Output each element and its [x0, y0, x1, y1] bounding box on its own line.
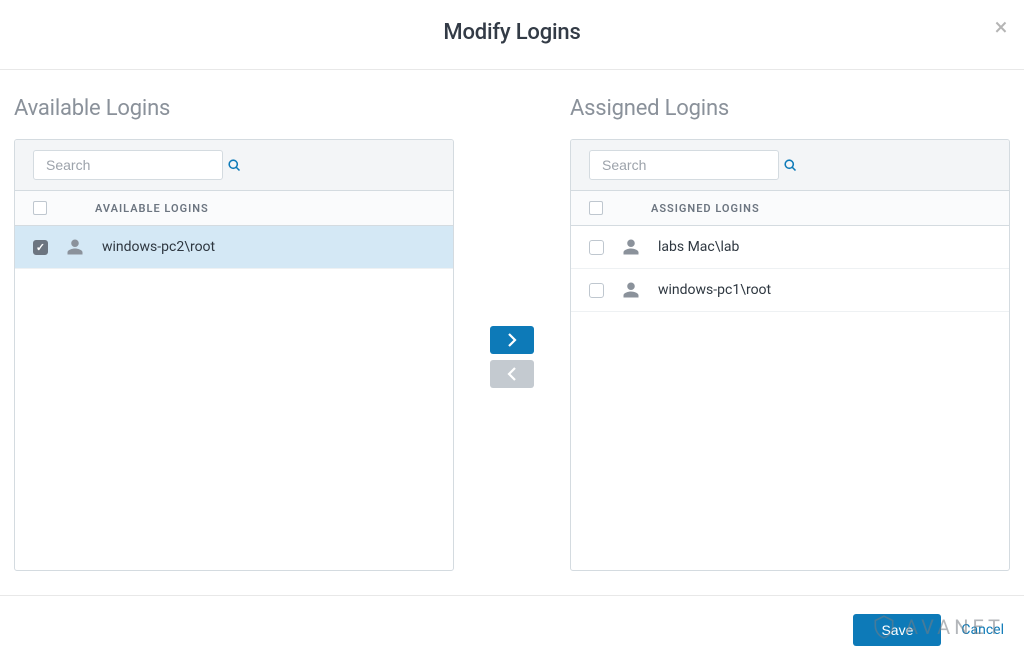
row-checkbox[interactable] [33, 240, 48, 255]
row-checkbox[interactable] [589, 240, 604, 255]
available-panel: Available Logins AVAILABLE LOGINS [14, 96, 454, 571]
transfer-buttons [454, 326, 570, 388]
available-search-box [33, 150, 223, 180]
assigned-select-all-checkbox[interactable] [589, 201, 603, 215]
available-column-header: AVAILABLE LOGINS [95, 202, 209, 215]
assigned-title: Assigned Logins [570, 96, 1010, 121]
watermark-text: AVANET [905, 615, 1004, 639]
search-icon[interactable] [227, 155, 242, 175]
user-icon [66, 238, 84, 256]
available-list-container: AVAILABLE LOGINS windows-pc2\root [14, 139, 454, 571]
modal-title: Modify Logins [0, 20, 1024, 45]
chevron-left-icon [507, 367, 517, 381]
user-icon [622, 281, 640, 299]
user-icon [622, 238, 640, 256]
assigned-search-box [589, 150, 779, 180]
assigned-list-container: ASSIGNED LOGINS labs Mac\lab windows-pc1… [570, 139, 1010, 571]
close-icon[interactable]: × [992, 18, 1010, 36]
assigned-panel: Assigned Logins ASSIGNED LOGINS [570, 96, 1010, 571]
row-checkbox[interactable] [589, 283, 604, 298]
modal-body: Available Logins AVAILABLE LOGINS [0, 70, 1024, 571]
assigned-table-body: labs Mac\lab windows-pc1\root [571, 226, 1009, 570]
available-title: Available Logins [14, 96, 454, 121]
assigned-column-header: ASSIGNED LOGINS [651, 202, 760, 215]
assigned-table-header: ASSIGNED LOGINS [571, 191, 1009, 226]
available-search-input[interactable] [46, 157, 227, 173]
shield-icon [871, 614, 897, 640]
search-icon[interactable] [783, 155, 798, 175]
modal-header: Modify Logins × [0, 0, 1024, 70]
assigned-search-input[interactable] [602, 157, 783, 173]
move-left-button[interactable] [490, 360, 534, 388]
list-item[interactable]: windows-pc1\root [571, 269, 1009, 312]
login-name: labs Mac\lab [658, 239, 739, 255]
available-table-header: AVAILABLE LOGINS [15, 191, 453, 226]
watermark-logo: AVANET [871, 614, 1004, 640]
assigned-search-row [571, 140, 1009, 191]
list-item[interactable]: labs Mac\lab [571, 226, 1009, 269]
move-right-button[interactable] [490, 326, 534, 354]
login-name: windows-pc1\root [658, 282, 771, 298]
list-item[interactable]: windows-pc2\root [15, 226, 453, 269]
available-table-body: windows-pc2\root [15, 226, 453, 570]
available-select-all-checkbox[interactable] [33, 201, 47, 215]
available-search-row [15, 140, 453, 191]
login-name: windows-pc2\root [102, 239, 215, 255]
chevron-right-icon [507, 333, 517, 347]
